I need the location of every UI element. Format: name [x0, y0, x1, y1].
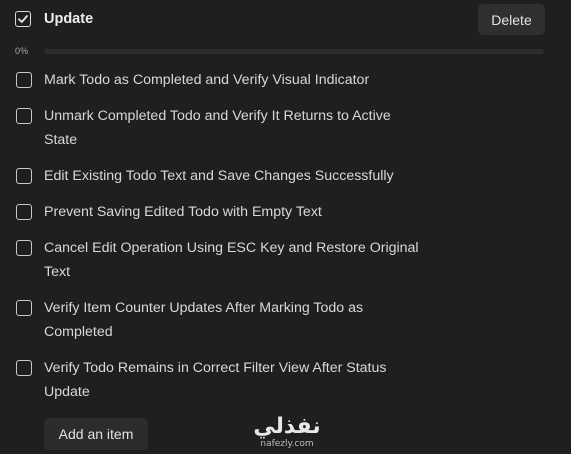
add-item-button[interactable]: Add an item — [44, 418, 148, 450]
watermark-url: nafezly.com — [260, 439, 314, 449]
item-text[interactable]: Mark Todo as Completed and Verify Visual… — [44, 68, 424, 92]
watermark-arabic: نفذلي — [253, 414, 321, 439]
item-text[interactable]: Cancel Edit Operation Using ESC Key and … — [44, 236, 424, 284]
item-text[interactable]: Prevent Saving Edited Todo with Empty Te… — [44, 200, 424, 224]
item-checkbox[interactable] — [16, 108, 32, 124]
item-checkbox[interactable] — [16, 72, 32, 88]
item-checkbox[interactable] — [16, 204, 32, 220]
item-text[interactable]: Verify Todo Remains in Correct Filter Vi… — [44, 356, 424, 404]
item-checkbox[interactable] — [16, 360, 32, 376]
progress-percent: 0% — [15, 46, 29, 56]
checklist-title[interactable]: Update — [44, 11, 93, 27]
item-text[interactable]: Edit Existing Todo Text and Save Changes… — [44, 164, 424, 188]
item-text[interactable]: Verify Item Counter Updates After Markin… — [44, 296, 424, 344]
delete-button[interactable]: Delete — [478, 4, 545, 35]
progress-bar — [44, 49, 544, 54]
item-text[interactable]: Unmark Completed Todo and Verify It Retu… — [44, 104, 424, 152]
checkmark-icon — [18, 15, 28, 23]
item-checkbox[interactable] — [16, 300, 32, 316]
checklist-checkbox[interactable] — [15, 11, 31, 27]
item-checkbox[interactable] — [16, 168, 32, 184]
checklist-header: Update Delete — [0, 0, 571, 44]
checklist-panel: Update Delete 0% Mark Todo as Completed … — [0, 0, 571, 454]
item-checkbox[interactable] — [16, 240, 32, 256]
watermark-logo: نفذلي nafezly.com — [252, 415, 322, 453]
